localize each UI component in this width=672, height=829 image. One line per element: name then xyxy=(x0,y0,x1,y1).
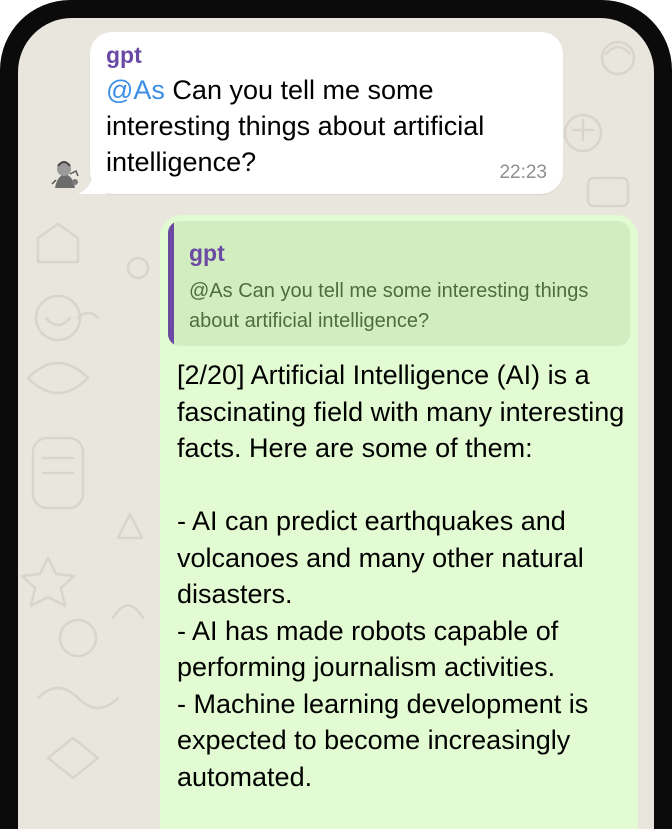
bubble-tail xyxy=(78,170,106,194)
reply-sender-name: gpt xyxy=(189,240,225,266)
user-mention[interactable]: @As xyxy=(106,75,165,105)
outgoing-message-bubble[interactable]: gpt @As Can you tell me some interesting… xyxy=(160,215,638,829)
chat-area[interactable]: gpt @As Can you tell me some interesting… xyxy=(18,18,654,829)
message-text: [2/20] Artificial Intelligence (AI) is a… xyxy=(177,360,625,792)
reply-accent-bar xyxy=(168,221,174,346)
incoming-message-bubble[interactable]: gpt @As Can you tell me some interesting… xyxy=(78,32,563,194)
phone-frame: gpt @As Can you tell me some interesting… xyxy=(0,0,672,829)
message-text: @As Can you tell me some interesting thi… xyxy=(106,72,536,180)
reply-quote[interactable]: gpt @As Can you tell me some interesting… xyxy=(168,221,630,346)
message-timestamp: 22:23 xyxy=(499,162,547,183)
sender-name[interactable]: gpt xyxy=(106,42,142,69)
reply-quoted-text: @As Can you tell me some interesting thi… xyxy=(189,280,589,332)
